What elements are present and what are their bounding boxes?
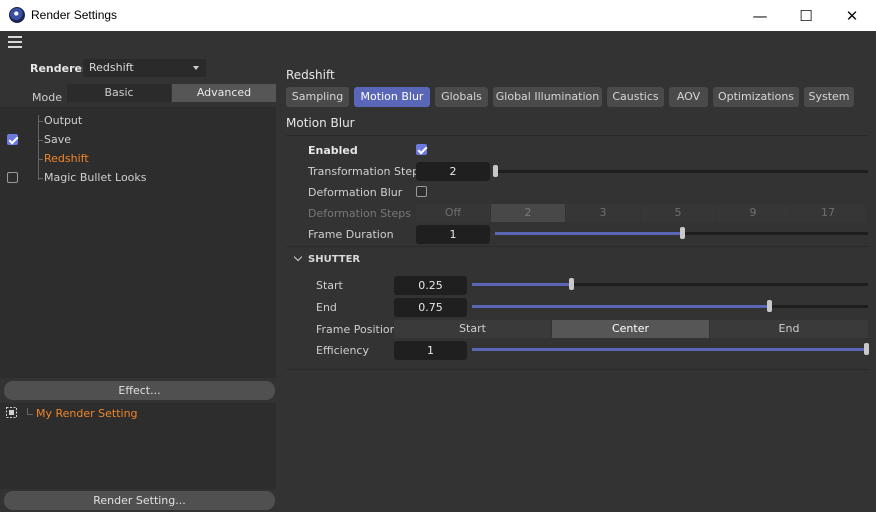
transformation-steps-field[interactable]: 2 [416,162,490,181]
deformation-steps-3: 3 [566,204,640,222]
transformation-steps-label: Transformation Steps [308,165,425,178]
slider-handle[interactable] [679,227,685,239]
tree-item-save[interactable]: Save [44,133,71,146]
tab-aov[interactable]: AOV [669,87,708,107]
slider-handle[interactable] [493,165,498,177]
frame-position-center[interactable]: Center [552,320,709,338]
window-title: Render Settings [31,8,118,22]
tab-motion-blur[interactable]: Motion Blur [354,87,430,107]
deformation-blur-checkbox[interactable] [416,186,427,197]
efficiency-label: Efficiency [316,344,369,357]
tab-optimizations[interactable]: Optimizations [713,87,799,107]
title-bar: Render Settings — ☐ ✕ [0,0,876,31]
enabled-checkbox[interactable] [416,144,427,155]
menu-icon[interactable] [8,36,22,48]
renderer-label: Renderer [30,62,88,75]
deformation-blur-label: Deformation Blur [308,186,403,199]
effect-button[interactable]: Effect... [4,381,275,400]
slider-handle[interactable] [864,343,869,355]
save-checkbox[interactable] [7,134,18,145]
tab-system[interactable]: System [804,87,854,107]
deformation-steps-5: 5 [641,204,715,222]
shutter-start-label: Start [316,279,343,292]
minimize-button[interactable]: — [737,0,783,31]
slider-handle[interactable] [767,300,772,312]
renderer-dropdown[interactable]: Redshift [83,59,206,77]
frame-duration-label: Frame Duration [308,228,394,241]
efficiency-slider[interactable] [472,343,869,355]
shutter-end-field[interactable]: 0.75 [394,298,467,317]
shutter-section-header[interactable]: SHUTTER [308,254,360,265]
shutter-start-slider[interactable] [472,278,868,290]
mode-label: Mode [32,91,62,104]
render-setting-button[interactable]: Render Setting... [4,491,275,510]
frame-position-label: Frame Position [316,323,397,336]
shutter-end-slider[interactable] [472,300,868,312]
efficiency-field[interactable]: 1 [394,341,467,360]
transformation-steps-slider[interactable] [493,165,868,177]
tab-sampling[interactable]: Sampling [286,87,349,107]
mode-advanced-button[interactable]: Advanced [172,84,276,102]
tree-item-redshift[interactable]: Redshift [44,152,89,165]
deformation-steps-off: Off [416,204,490,222]
tab-global-illumination[interactable]: Global Illumination [493,87,602,107]
frame-duration-field[interactable]: 1 [416,225,490,244]
render-setting-item[interactable]: My Render Setting [36,407,138,420]
enabled-label: Enabled [308,144,358,157]
renderer-heading: Redshift [286,68,335,82]
shutter-end-label: End [316,301,337,314]
tab-globals[interactable]: Globals [435,87,488,107]
mode-basic-button[interactable]: Basic [67,84,171,102]
tree-item-output[interactable]: Output [44,114,82,127]
slider-handle[interactable] [569,278,574,290]
tree-item-magic-bullet-looks[interactable]: Magic Bullet Looks [44,171,147,184]
deformation-steps-17: 17 [791,204,865,222]
section-title: Motion Blur [286,116,355,130]
frame-duration-slider[interactable] [495,227,868,239]
magic-bullet-looks-checkbox[interactable] [7,172,18,183]
maximize-button[interactable]: ☐ [783,0,829,31]
deformation-steps-9: 9 [716,204,790,222]
cinema4d-logo-icon [9,7,25,23]
render-settings-tree: Output Save Redshift Magic Bullet Looks [0,107,276,378]
frame-position-start[interactable]: Start [394,320,551,338]
deformation-steps-2: 2 [491,204,565,222]
chevron-down-icon[interactable] [293,252,303,262]
renderer-dropdown-value: Redshift [89,61,134,74]
frame-position-end[interactable]: End [710,320,868,338]
shutter-start-field[interactable]: 0.25 [394,276,467,295]
render-setting-icon [6,407,17,418]
chevron-down-icon [193,66,199,70]
close-button[interactable]: ✕ [829,0,875,31]
tab-caustics[interactable]: Caustics [607,87,664,107]
deformation-steps-label: Deformation Steps [308,207,411,220]
